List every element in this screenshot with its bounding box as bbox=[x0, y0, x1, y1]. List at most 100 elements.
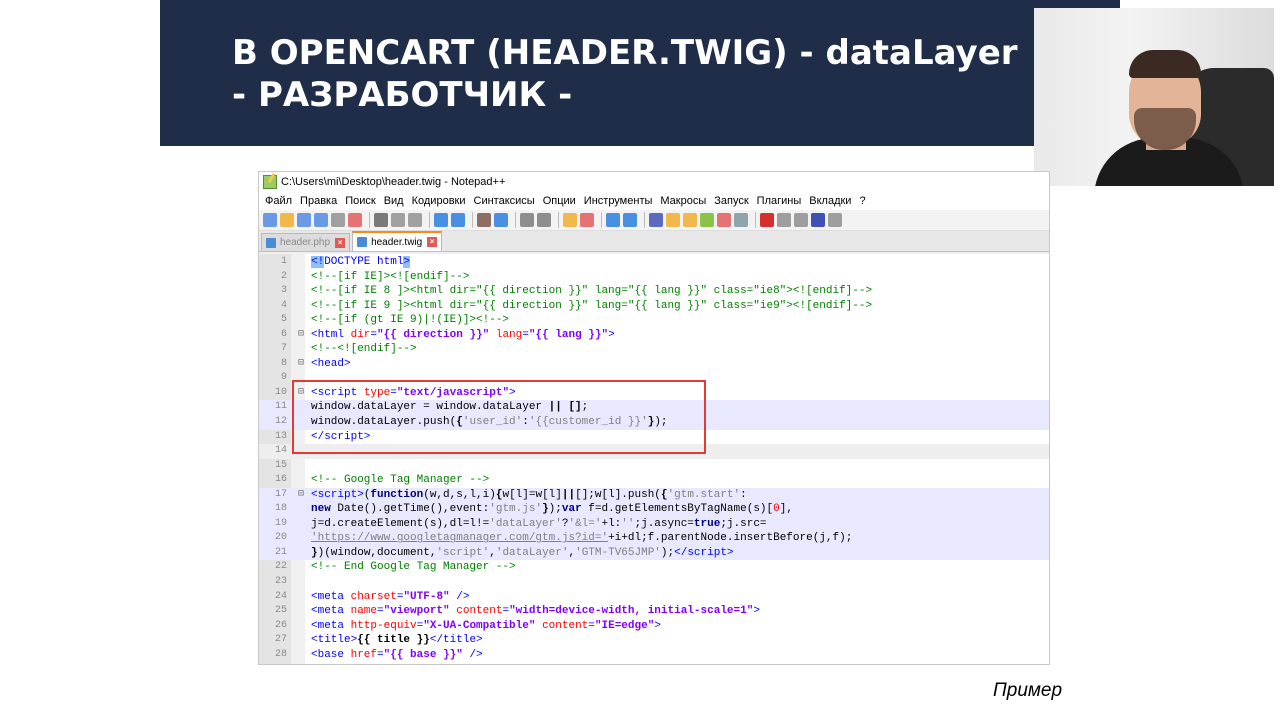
menu-item[interactable]: Запуск bbox=[710, 195, 752, 207]
close-icon[interactable]: × bbox=[427, 237, 438, 247]
menu-item[interactable]: Плагины bbox=[753, 195, 806, 207]
code-line: 3 <!--[if IE 8 ]><html dir="{{ direction … bbox=[259, 284, 1049, 299]
line-number: 1 bbox=[280, 256, 287, 267]
toolbar-button-icon[interactable] bbox=[683, 213, 697, 227]
menu-item[interactable]: Правка bbox=[296, 195, 341, 207]
toolbar-button-icon[interactable] bbox=[451, 213, 465, 227]
code-text: <script>(function(w,d,s,l,i){w[l]=w[l]||… bbox=[311, 488, 747, 501]
toolbar-separator bbox=[601, 212, 602, 228]
toolbar-button-icon[interactable] bbox=[263, 213, 277, 227]
close-icon[interactable]: × bbox=[335, 237, 346, 248]
code-text: <title>{{ title }}</title> bbox=[311, 634, 483, 647]
toolbar-button-icon[interactable] bbox=[666, 213, 680, 227]
line-number: 20 bbox=[274, 532, 287, 544]
code-text: <!DOCTYPE html> bbox=[311, 256, 411, 268]
menu-item[interactable]: Кодировки bbox=[408, 195, 470, 207]
fold-marker-icon[interactable]: ⊟ bbox=[296, 328, 306, 343]
line-number: 8 bbox=[280, 357, 287, 369]
toolbar-button-icon[interactable] bbox=[828, 213, 842, 227]
slide-title-line1: В OPENCART (HEADER.TWIG) - dataLayer bbox=[232, 33, 1018, 73]
toolbar-button-icon[interactable] bbox=[717, 213, 731, 227]
code-text: <base href="{{ base }}" /> bbox=[311, 648, 483, 661]
menu-item[interactable]: Синтаксисы bbox=[470, 195, 539, 207]
code-line: 27 <title>{{ title }}</title> bbox=[259, 633, 1049, 648]
code-text: <html dir="{{ direction }}" lang="{{ lan… bbox=[311, 328, 615, 341]
code-line: 26 <meta http-equiv="X-UA-Compatible" con… bbox=[259, 619, 1049, 634]
toolbar-button-icon[interactable] bbox=[623, 213, 637, 227]
toolbar bbox=[259, 210, 1049, 231]
code-line: 20 'https://www.googletagmanager.com/gtm.… bbox=[259, 531, 1049, 546]
toolbar-separator bbox=[755, 212, 756, 228]
toolbar-button-icon[interactable] bbox=[760, 213, 774, 227]
toolbar-button-icon[interactable] bbox=[734, 213, 748, 227]
toolbar-button-icon[interactable] bbox=[348, 213, 362, 227]
toolbar-button-icon[interactable] bbox=[408, 213, 422, 227]
code-line: 7 <!--<![endif]--> bbox=[259, 342, 1049, 357]
toolbar-button-icon[interactable] bbox=[777, 213, 791, 227]
webcam-overlay bbox=[1034, 8, 1274, 186]
toolbar-button-icon[interactable] bbox=[649, 213, 663, 227]
line-number: 2 bbox=[280, 270, 287, 282]
toolbar-button-icon[interactable] bbox=[606, 213, 620, 227]
menu-item[interactable]: Вкладки bbox=[805, 195, 855, 207]
code-editor[interactable]: 1 <!DOCTYPE html> 2 <!--[if IE]><![endif]--… bbox=[259, 254, 1049, 664]
menu-item[interactable]: Поиск bbox=[341, 195, 379, 207]
fold-marker-icon[interactable]: ⊟ bbox=[296, 357, 306, 372]
menu-item[interactable]: Вид bbox=[380, 195, 408, 207]
line-number: 28 bbox=[274, 648, 287, 660]
notepadpp-icon bbox=[263, 175, 277, 189]
toolbar-button-icon[interactable] bbox=[331, 213, 345, 227]
line-number: 26 bbox=[274, 619, 287, 631]
code-line: 25 <meta name="viewport" content="width=d… bbox=[259, 604, 1049, 619]
line-number: 7 bbox=[280, 343, 287, 355]
toolbar-button-icon[interactable] bbox=[794, 213, 808, 227]
line-number: 12 bbox=[274, 416, 287, 428]
line-number: 18 bbox=[274, 503, 287, 515]
line-number: 14 bbox=[274, 445, 287, 457]
code-text: <!--[if IE 9 ]><html dir="{{ direction }… bbox=[311, 299, 873, 312]
toolbar-button-icon[interactable] bbox=[391, 213, 405, 227]
toolbar-separator bbox=[429, 212, 430, 228]
fold-marker-icon[interactable]: ⊟ bbox=[296, 488, 306, 503]
tab-header-twig[interactable]: header.twig × bbox=[352, 231, 443, 251]
toolbar-button-icon[interactable] bbox=[520, 213, 534, 227]
toolbar-button-icon[interactable] bbox=[537, 213, 551, 227]
code-line: 21 })(window,document,'script','dataLayer… bbox=[259, 545, 1049, 561]
code-line: 8 ⊟ <head> bbox=[259, 357, 1049, 372]
toolbar-button-icon[interactable] bbox=[700, 213, 714, 227]
line-number: 5 bbox=[280, 314, 287, 326]
toolbar-button-icon[interactable] bbox=[374, 213, 388, 227]
code-text: new Date().getTime(),event:'gtm.js'});va… bbox=[311, 503, 793, 516]
menu-item[interactable]: Файл bbox=[261, 195, 296, 207]
toolbar-button-icon[interactable] bbox=[434, 213, 448, 227]
menu-item[interactable]: Опции bbox=[539, 195, 580, 207]
toolbar-button-icon[interactable] bbox=[297, 213, 311, 227]
line-number: 23 bbox=[274, 576, 287, 588]
slide-title: В OPENCART (HEADER.TWIG) - dataLayer - Р… bbox=[232, 32, 1112, 116]
line-number: 6 bbox=[280, 328, 287, 340]
code-line: 16 <!-- Google Tag Manager --> bbox=[259, 473, 1049, 488]
code-text: <meta charset="UTF-8" /> bbox=[311, 590, 470, 603]
line-number: 19 bbox=[274, 517, 287, 529]
window-titlebar: C:\Users\mi\Desktop\header.twig - Notepa… bbox=[259, 172, 1049, 192]
code-text: })(window,document,'script','dataLayer',… bbox=[311, 546, 734, 559]
tab-label: header.php bbox=[280, 237, 331, 248]
code-text: <meta name="viewport" content="width=dev… bbox=[311, 605, 760, 618]
tab-header-php[interactable]: header.php × bbox=[261, 233, 351, 251]
toolbar-button-icon[interactable] bbox=[314, 213, 328, 227]
menu-item[interactable]: Макросы bbox=[656, 195, 710, 207]
toolbar-button-icon[interactable] bbox=[563, 213, 577, 227]
menu-item[interactable]: ? bbox=[855, 195, 869, 207]
menu-item[interactable]: Инструменты bbox=[580, 195, 657, 207]
line-number: 3 bbox=[280, 285, 287, 297]
toolbar-separator bbox=[472, 212, 473, 228]
toolbar-separator bbox=[515, 212, 516, 228]
toolbar-button-icon[interactable] bbox=[494, 213, 508, 227]
line-number: 21 bbox=[274, 546, 287, 558]
code-line: 5 <!--[if (gt IE 9)|!(IE)]><!--> bbox=[259, 313, 1049, 328]
toolbar-button-icon[interactable] bbox=[580, 213, 594, 227]
toolbar-button-icon[interactable] bbox=[280, 213, 294, 227]
toolbar-button-icon[interactable] bbox=[811, 213, 825, 227]
toolbar-button-icon[interactable] bbox=[477, 213, 491, 227]
line-number: 4 bbox=[280, 299, 287, 311]
